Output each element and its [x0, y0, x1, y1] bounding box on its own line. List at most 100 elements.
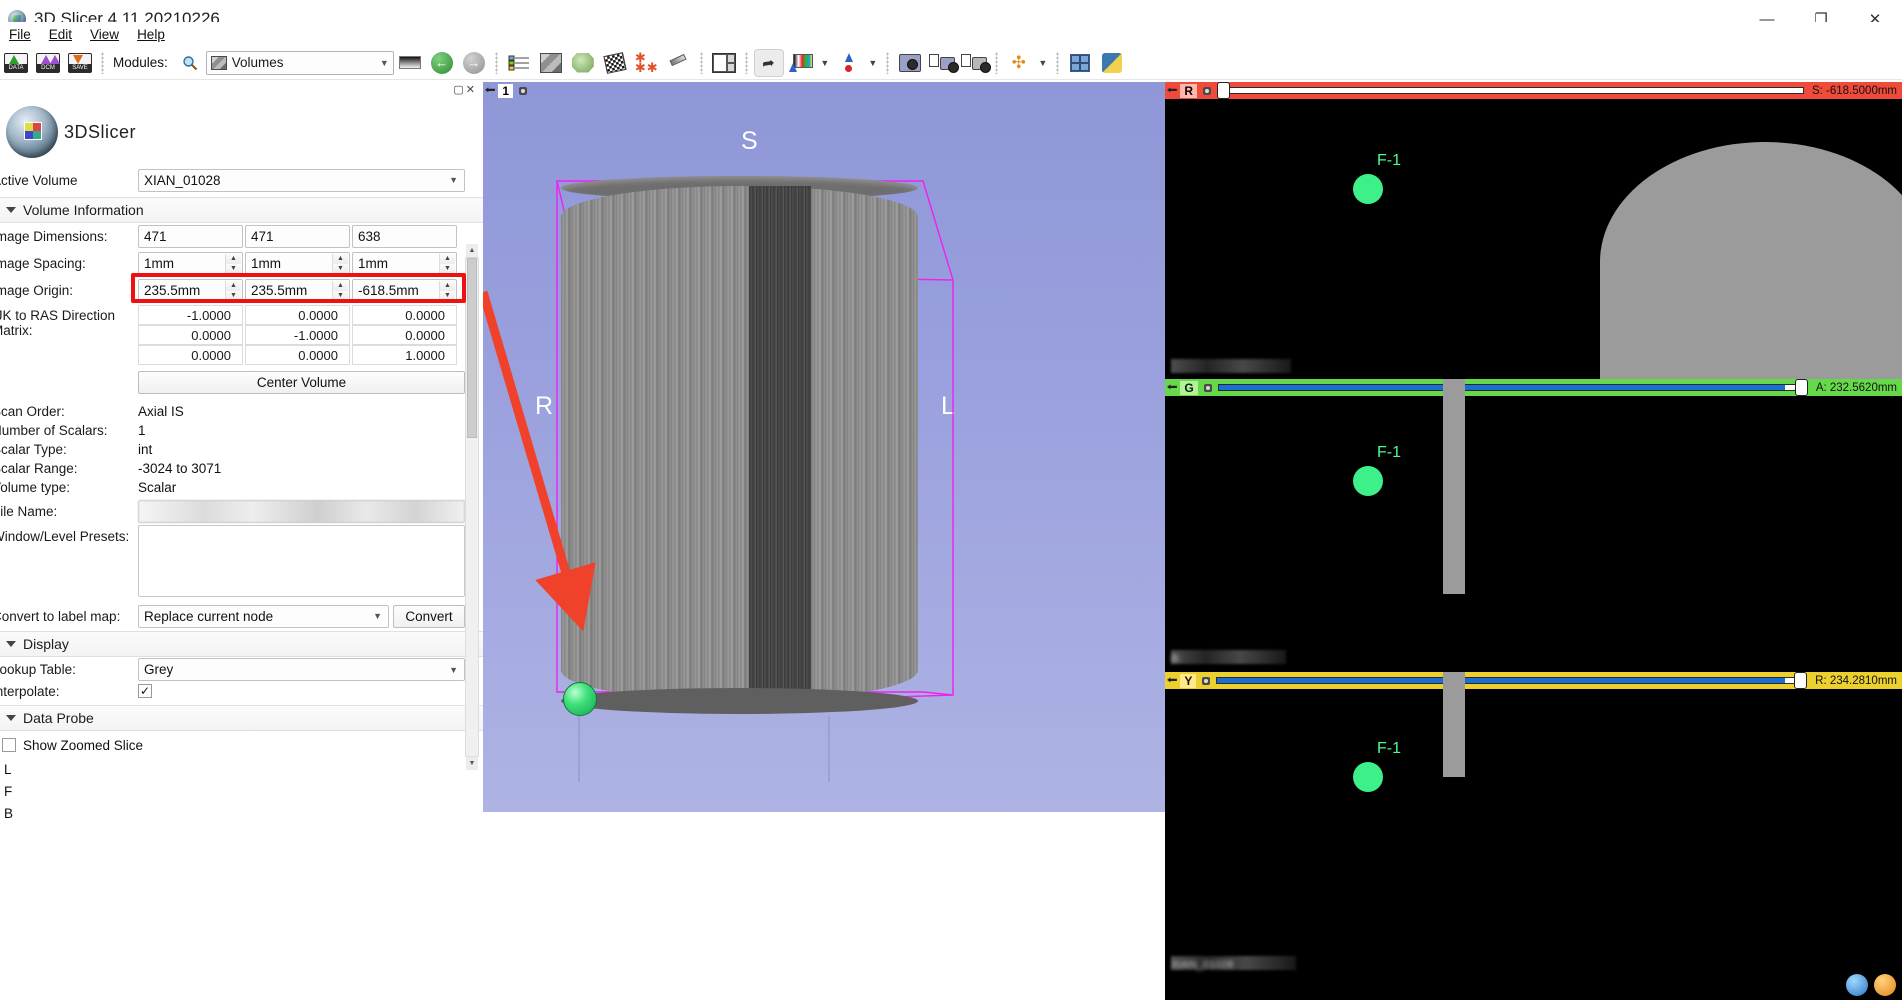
panel-float-close-icons[interactable]: ▢✕	[453, 83, 477, 96]
gear-icon[interactable]	[1202, 382, 1214, 394]
image-origin-x[interactable]: 235.5mm ▲ ▼	[138, 279, 243, 302]
panel-scrollbar[interactable]: ▲ ▼	[465, 244, 479, 770]
slice-view-yellow[interactable]: ⬅ Y R: 234.2810mm F-1 XIAN_01028	[1165, 672, 1902, 1000]
slider-knob[interactable]	[1217, 82, 1231, 99]
scalar-range-label: Scalar Range:	[0, 461, 78, 476]
scroll-up-icon[interactable]: ▲	[466, 244, 478, 257]
taskbar-app-icon-1[interactable]	[1874, 974, 1896, 996]
lookup-table-value: Grey	[144, 662, 174, 677]
window-level-presets-list[interactable]	[138, 525, 465, 597]
menu-view[interactable]: View	[81, 25, 128, 44]
load-dicom-icon[interactable]: DCM	[33, 49, 63, 77]
mouse-mode-icon[interactable]: ➦	[753, 48, 784, 77]
image-origin-label: Image Origin:	[0, 283, 74, 298]
models-icon[interactable]	[568, 49, 598, 77]
section-display[interactable]: Display	[0, 631, 483, 657]
spinner-arrows-icon[interactable]: ▲ ▼	[439, 281, 455, 300]
file-name-field[interactable]	[138, 499, 465, 523]
spinner-arrows-icon[interactable]: ▲ ▼	[225, 281, 241, 300]
place-markup-icon[interactable]	[834, 49, 864, 77]
color-mode-chevron-icon[interactable]: ▼	[817, 58, 833, 68]
menu-edit[interactable]: Edit	[40, 25, 81, 44]
module-selector[interactable]: Volumes ▼	[205, 50, 394, 75]
spinner-arrows-icon[interactable]: ▲ ▼	[439, 254, 455, 273]
fiducial-marker-red[interactable]	[1353, 174, 1383, 204]
spinner-arrows-icon[interactable]: ▲ ▼	[332, 281, 348, 300]
matrix-0-1: 0.0000	[245, 305, 350, 325]
pin-icon[interactable]: ⬅	[1167, 675, 1178, 686]
fiducial-marker-yellow[interactable]	[1353, 762, 1383, 792]
convert-to-label-map-value: Replace current node	[144, 608, 274, 624]
scrollbar-thumb[interactable]	[467, 258, 477, 438]
extension-manager-icon[interactable]	[1065, 49, 1095, 77]
scene-views-capture-icon[interactable]	[959, 49, 991, 77]
markups-icon[interactable]: ✱ ✱✱	[632, 49, 662, 77]
slice-offset-slider-green[interactable]	[1217, 379, 1808, 396]
scene-views-icon[interactable]	[927, 49, 959, 77]
annotations-icon[interactable]	[664, 49, 694, 77]
section-volume-information[interactable]: Volume Information	[0, 197, 483, 223]
slice-view-red-tag[interactable]: R	[1180, 83, 1198, 98]
image-spacing-x[interactable]: 1mm ▲ ▼	[138, 252, 243, 275]
interpolate-checkbox[interactable]: ✓	[138, 684, 152, 698]
3d-view[interactable]: ⬅ 1 S R L	[483, 82, 1165, 812]
show-zoomed-slice-checkbox[interactable]	[2, 738, 16, 752]
scan-order-label: Scan Order:	[0, 404, 65, 419]
lookup-table-selector[interactable]: Grey ▼	[138, 658, 465, 681]
gear-icon[interactable]	[1201, 85, 1213, 97]
lookup-table-label: Lookup Table:	[0, 662, 76, 677]
image-origin-z[interactable]: -618.5mm ▲ ▼	[352, 279, 457, 302]
slider-knob[interactable]	[1794, 379, 1808, 396]
load-data-icon[interactable]: DATA	[1, 49, 31, 77]
slice-offset-slider-yellow[interactable]	[1216, 672, 1808, 689]
convert-button[interactable]: Convert	[393, 604, 465, 628]
active-volume-selector[interactable]: XIAN_01028 ▼	[138, 168, 465, 192]
image-origin-x-value: 235.5mm	[144, 283, 201, 298]
fiducial-sphere[interactable]	[563, 682, 597, 716]
segmentations-icon[interactable]	[600, 49, 630, 77]
pin-icon[interactable]: ⬅	[1167, 382, 1178, 393]
gear-icon[interactable]	[1200, 675, 1212, 687]
slice-view-red[interactable]: ⬅ R S: -618.5000mm F-1	[1165, 82, 1902, 379]
python-console-icon[interactable]	[1097, 49, 1127, 77]
slice-view-green[interactable]: ⬅ G A: 232.5620mm F-1 B:	[1165, 379, 1902, 672]
crosshair-chevron-icon[interactable]: ▼	[1035, 58, 1051, 68]
image-origin-row: Image Origin: 235.5mm ▲ ▼ 235.5mm ▲ ▼ -618…	[0, 277, 483, 304]
window-level-icon[interactable]	[395, 49, 425, 77]
slice-offset-slider-red[interactable]	[1217, 82, 1804, 99]
menu-help[interactable]: Help	[128, 25, 174, 44]
color-mode-icon[interactable]	[786, 49, 816, 77]
convert-to-label-map-selector[interactable]: Replace current node ▼	[138, 604, 389, 628]
slice-view-green-tag[interactable]: G	[1180, 380, 1198, 395]
crosshair-icon[interactable]: ✣	[1004, 49, 1034, 77]
slice-coordinate-red: S: -618.5000mm	[1811, 84, 1897, 97]
subject-hierarchy-icon[interactable]	[504, 49, 534, 77]
pin-icon[interactable]: ⬅	[1167, 85, 1178, 96]
spinner-arrows-icon[interactable]: ▲ ▼	[225, 254, 241, 273]
convert-to-label-map-label: Convert to label map:	[0, 608, 121, 624]
module-previous-icon[interactable]: ←	[427, 49, 457, 77]
image-spacing-z[interactable]: 1mm ▲ ▼	[352, 252, 457, 275]
number-of-scalars-label: Number of Scalars:	[0, 423, 108, 438]
module-next-icon[interactable]: →	[459, 49, 489, 77]
layout-icon[interactable]	[709, 49, 739, 77]
taskbar-app-icon-2[interactable]	[1846, 974, 1868, 996]
menu-file[interactable]: File	[0, 25, 40, 44]
scroll-down-icon[interactable]: ▼	[466, 757, 478, 770]
center-volume-button[interactable]: Center Volume	[138, 371, 465, 394]
matrix-row: 0.0000 -1.0000 0.0000	[138, 325, 465, 345]
save-data-icon[interactable]: SAVE	[65, 49, 95, 77]
toolbar-separator-5	[885, 51, 889, 74]
search-icon[interactable]	[175, 49, 205, 77]
screenshot-icon[interactable]	[895, 49, 925, 77]
slice-view-yellow-tag[interactable]: Y	[1180, 673, 1197, 688]
slider-knob[interactable]	[1794, 672, 1808, 689]
volume-rendering-icon[interactable]	[536, 49, 566, 77]
image-origin-y[interactable]: 235.5mm ▲ ▼	[245, 279, 350, 302]
fiducial-marker-green[interactable]	[1353, 466, 1383, 496]
spinner-arrows-icon[interactable]: ▲ ▼	[332, 254, 348, 273]
image-spacing-y[interactable]: 1mm ▲ ▼	[245, 252, 350, 275]
image-spacing-label: Image Spacing:	[0, 256, 86, 271]
section-data-probe[interactable]: Data Probe	[0, 705, 483, 731]
place-markup-chevron-icon[interactable]: ▼	[865, 58, 881, 68]
